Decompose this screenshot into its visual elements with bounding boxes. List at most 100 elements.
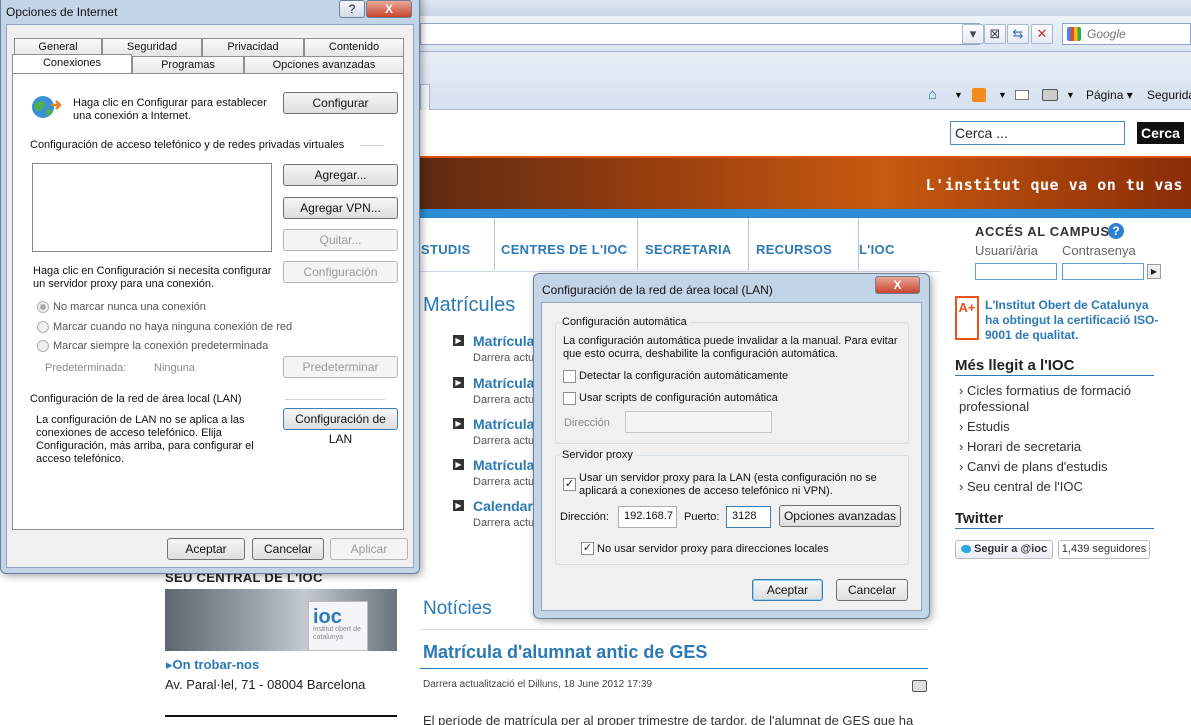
script-address-input[interactable]: [625, 411, 772, 433]
auto-script-checkbox[interactable]: [563, 392, 576, 405]
lan-close-button[interactable]: X: [875, 276, 920, 294]
set-default-button[interactable]: Predeterminar: [283, 356, 398, 378]
url-field[interactable]: [420, 23, 980, 45]
ioc-logo-text: ioc: [313, 606, 342, 628]
auto-config-text: La configuración automática puede invali…: [563, 335, 898, 360]
apply-button[interactable]: Aplicar: [330, 538, 408, 560]
page-menu-label: Página: [1086, 88, 1124, 102]
connections-list[interactable]: [32, 163, 272, 252]
banner-stripe: [420, 209, 1191, 218]
page-menu[interactable]: Página ▾: [1086, 86, 1133, 104]
most-read-item-label: Estudis: [966, 419, 1010, 434]
close-button[interactable]: X: [366, 0, 412, 18]
proxy-server-group-title: Servidor proxy: [559, 449, 636, 461]
nav-item-estudis[interactable]: STUDIS: [421, 242, 470, 257]
matricula-link[interactable]: Matrícula: [473, 375, 534, 391]
tab-programas[interactable]: Programas: [132, 56, 244, 74]
nav-item-secretaria[interactable]: SECRETARIA: [645, 242, 732, 257]
add-button[interactable]: Agregar...: [283, 164, 398, 186]
lan-ok-button[interactable]: Aceptar: [752, 579, 823, 601]
radio-always-dial[interactable]: [37, 340, 49, 352]
port-input[interactable]: 3128: [726, 506, 771, 528]
most-read-item[interactable]: › Canvi de plans d'estudis: [959, 459, 1107, 475]
most-read-item[interactable]: › Seu central de l'IOC: [959, 479, 1083, 495]
add-vpn-button[interactable]: Agregar VPN...: [283, 197, 398, 219]
most-read-item[interactable]: › Estudis: [959, 419, 1010, 435]
twitter-title: Twitter: [955, 510, 1004, 527]
home-icon[interactable]: ⌂: [928, 86, 937, 104]
arrow-right-icon: ▶: [453, 418, 464, 429]
lan-dialog-title: Configuración de la red de área local (L…: [542, 283, 773, 297]
mail-icon[interactable]: [1015, 90, 1029, 100]
tab-privacidad[interactable]: Privacidad: [202, 38, 304, 56]
script-address-label: Dirección: [564, 417, 610, 429]
detect-auto-checkbox[interactable]: [563, 370, 576, 383]
home-dropdown-icon[interactable]: ▼: [954, 86, 963, 104]
site-search-input[interactable]: Cerca ...: [950, 121, 1125, 145]
nav-item-ioc[interactable]: L'IOC: [859, 242, 895, 257]
lan-settings-button[interactable]: Configuración de LAN: [283, 408, 398, 446]
password-input[interactable]: [1062, 263, 1144, 280]
help-icon[interactable]: ?: [1108, 223, 1124, 239]
lan-section-title: Configuración de la red de área local (L…: [30, 393, 242, 405]
dialup-section-title: Configuración de acceso telefónico y de …: [30, 139, 345, 151]
ioc-logo-subtext: institut obert de catalunya: [313, 626, 361, 641]
user-input[interactable]: [975, 263, 1057, 280]
rss-icon[interactable]: [972, 88, 986, 102]
stop-icon[interactable]: ✕: [1031, 24, 1053, 44]
proxy-address-label: Dirección:: [560, 511, 609, 523]
most-read-item[interactable]: › Horari de secretaria: [959, 439, 1081, 455]
settings-button[interactable]: Configuración: [283, 261, 398, 283]
on-trobar-link[interactable]: ▸On trobar-nos: [166, 657, 259, 673]
radio-dial-when-no-network[interactable]: [37, 321, 49, 333]
news-title-rule: [420, 668, 928, 669]
remove-button[interactable]: Quitar...: [283, 229, 398, 251]
calendari-link[interactable]: Calendari: [473, 498, 537, 514]
tab-conexiones[interactable]: Conexiones: [12, 54, 132, 74]
site-search-button[interactable]: Cerca: [1137, 122, 1184, 144]
on-trobar-label: On trobar-nos: [172, 657, 260, 672]
bypass-local-label: No usar servidor proxy para direcciones …: [597, 543, 829, 555]
url-dropdown-icon[interactable]: ▾: [962, 24, 984, 44]
ok-button[interactable]: Aceptar: [167, 538, 245, 560]
matricula-link[interactable]: Matrícula: [473, 416, 534, 432]
security-menu[interactable]: Segurida: [1147, 86, 1191, 104]
setup-text: Haga clic en Configurar para establecer …: [73, 97, 267, 122]
google-search-input[interactable]: Google: [1062, 23, 1191, 45]
login-go-icon[interactable]: ▶: [1147, 264, 1161, 279]
matricula-link[interactable]: Matrícula: [473, 457, 534, 473]
print-icon[interactable]: [912, 680, 927, 692]
lan-cancel-button[interactable]: Cancelar: [836, 579, 908, 601]
matricula-link[interactable]: Matrícula: [473, 333, 534, 349]
proxy-address-input[interactable]: 192.168.7: [618, 506, 677, 528]
configurar-button[interactable]: Configurar: [283, 92, 398, 114]
help-button[interactable]: ?: [339, 0, 365, 18]
most-read-item[interactable]: › Cicles formatius de formació professio…: [959, 383, 1149, 415]
proxy-settings-text: Haga clic en Configuración si necesita c…: [33, 265, 272, 290]
bypass-local-checkbox[interactable]: ✓: [581, 542, 594, 555]
compatibility-icon[interactable]: ⊠: [984, 24, 1006, 44]
browser-tab[interactable]: [420, 84, 430, 110]
tab-opciones-avanzadas[interactable]: Opciones avanzadas: [244, 56, 404, 74]
iso-text[interactable]: L'Institut Obert de Catalunya ha obtingu…: [985, 298, 1160, 343]
rss-dropdown-icon[interactable]: ▼: [998, 86, 1007, 104]
refresh-icon[interactable]: ⇆: [1007, 24, 1029, 44]
radio-never-dial[interactable]: [37, 301, 49, 313]
print-toolbar-icon[interactable]: [1042, 89, 1058, 101]
advanced-options-button[interactable]: Opciones avanzadas: [779, 505, 901, 527]
password-label: Contrasenya: [1062, 243, 1136, 258]
most-read-item-label: Canvi de plans d'estudis: [966, 459, 1108, 474]
address-text: Av. Paral·lel, 71 - 08004 Barcelona: [165, 677, 366, 692]
use-proxy-checkbox[interactable]: ✓: [563, 478, 576, 491]
nav-item-centres[interactable]: CENTRES DE L'IOC: [501, 242, 627, 257]
news-title[interactable]: Matrícula d'alumnat antic de GES: [423, 642, 707, 663]
seu-rule: [165, 715, 397, 717]
cancel-button[interactable]: Cancelar: [252, 538, 324, 560]
auto-config-group-title: Configuración automática: [559, 316, 690, 328]
tab-contenido[interactable]: Contenido: [304, 38, 404, 56]
news-section-title: Notícies: [423, 598, 492, 619]
matricules-title: Matrícules: [423, 294, 516, 316]
print-dropdown-icon[interactable]: ▼: [1066, 86, 1075, 104]
nav-item-recursos[interactable]: RECURSOS: [756, 242, 832, 257]
twitter-follow-button[interactable]: Seguir a @ioc: [955, 540, 1053, 559]
